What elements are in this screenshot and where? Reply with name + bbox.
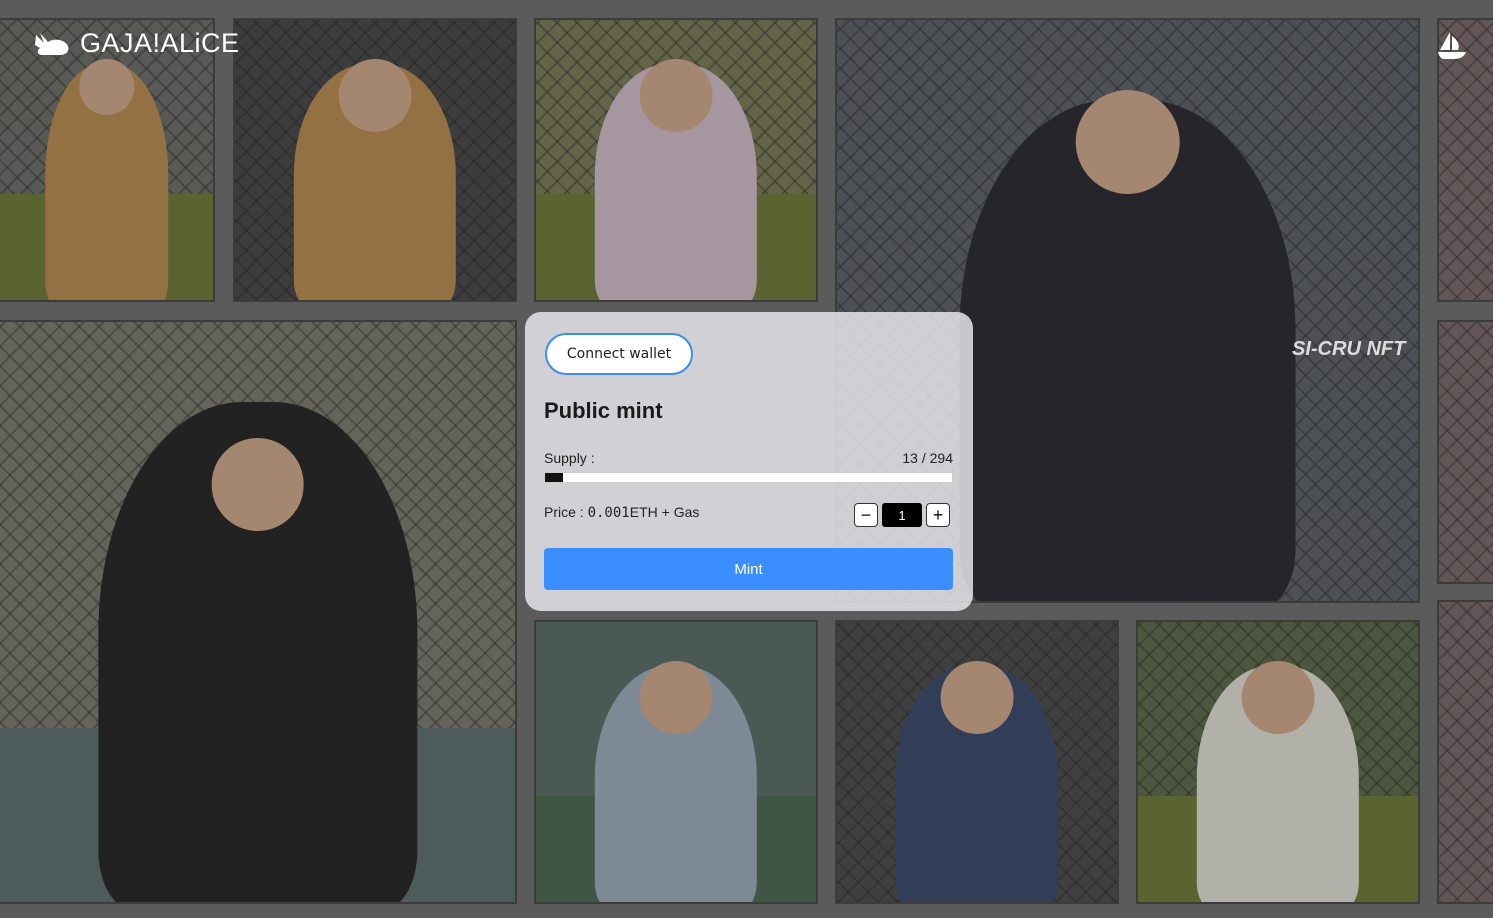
rabbit-icon bbox=[35, 32, 69, 55]
tile-cyborg-girl bbox=[0, 18, 215, 302]
tile-mad-hatter bbox=[0, 320, 517, 904]
price-suffix: ETH + Gas bbox=[629, 504, 700, 520]
mint-button[interactable]: Mint bbox=[544, 548, 953, 590]
increment-button[interactable]: + bbox=[926, 503, 950, 527]
decrement-button[interactable]: − bbox=[854, 503, 878, 527]
supply-progress-bar bbox=[544, 472, 953, 483]
connect-wallet-button[interactable]: Connect wallet bbox=[545, 333, 693, 375]
quantity-input[interactable] bbox=[882, 503, 922, 527]
tile-edge-top bbox=[1437, 18, 1493, 302]
tile-tennis-girl bbox=[534, 620, 818, 904]
tile-cat-hoodie bbox=[534, 18, 818, 302]
opensea-icon[interactable] bbox=[1436, 30, 1468, 60]
price-text: Price : 0.001ETH + Gas bbox=[544, 504, 699, 521]
tile-sunhat-girl bbox=[1136, 620, 1420, 904]
tile-edge-bottom bbox=[1437, 600, 1493, 904]
stadium-banner-text: SI-CRU NFT bbox=[1292, 338, 1406, 360]
price-prefix: Price : bbox=[544, 504, 588, 520]
mint-panel: Connect wallet Public mint Supply : 13 /… bbox=[525, 312, 973, 611]
mint-title: Public mint bbox=[544, 398, 663, 423]
supply-progress-fill bbox=[545, 473, 563, 482]
tile-alice-maid bbox=[835, 620, 1119, 904]
price-amount: 0.001 bbox=[587, 505, 630, 521]
brand-logo[interactable]: GAJA!ALiCE bbox=[32, 28, 240, 59]
brand-name: GAJA!ALiCE bbox=[80, 28, 240, 58]
quantity-stepper: − + bbox=[854, 503, 950, 527]
supply-label: Supply : bbox=[544, 450, 595, 466]
tile-edge-mid bbox=[1437, 320, 1493, 584]
tile-cyborg-girl-bunny bbox=[233, 18, 517, 302]
supply-count: 13 / 294 bbox=[902, 450, 953, 466]
